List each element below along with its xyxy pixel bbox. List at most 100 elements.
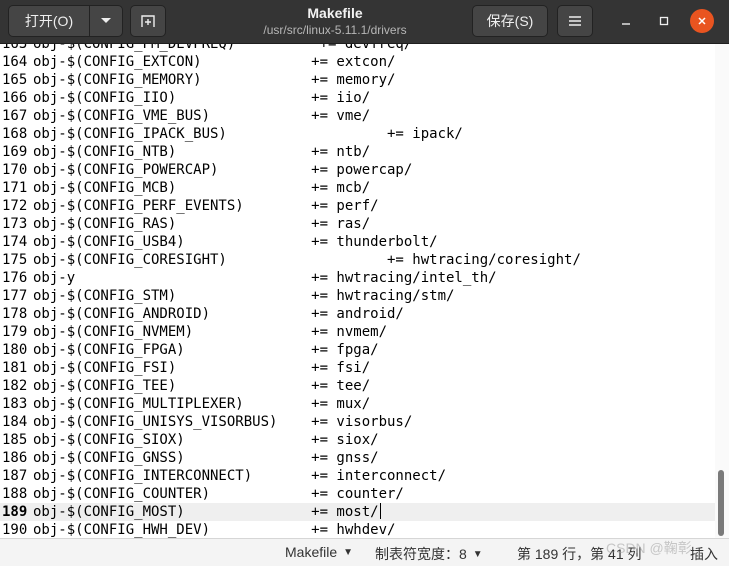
code-line[interactable]: 163 obj-$(CONFIG_PM_DEVFREQ) += devfreq/ [0, 44, 715, 53]
line-number: 186 [2, 450, 28, 466]
line-text: obj-$(CONFIG_HWH_DEV) += hwhdev/ [33, 522, 396, 538]
new-tab-button[interactable] [130, 5, 166, 37]
code-line[interactable]: 185 obj-$(CONFIG_SIOX) += siox/ [0, 431, 715, 449]
code-line[interactable]: 186 obj-$(CONFIG_GNSS) += gnss/ [0, 449, 715, 467]
line-number: 168 [2, 126, 28, 142]
code-line[interactable]: 171 obj-$(CONFIG_MCB) += mcb/ [0, 179, 715, 197]
line-number: 171 [2, 180, 28, 196]
scrollbar[interactable] [715, 44, 729, 538]
line-text: obj-$(CONFIG_MOST) += most/ [33, 504, 379, 520]
hamburger-menu-icon [569, 16, 581, 26]
dropdown-arrow-icon: ▼ [472, 548, 483, 560]
header-bar: 打开(O) Makefile /usr/src/linux-5.11.1/dri… [0, 0, 729, 44]
line-text: obj-$(CONFIG_USB4) += thunderbolt/ [33, 234, 438, 250]
code-line[interactable]: 184 obj-$(CONFIG_UNISYS_VISORBUS) += viso… [0, 413, 715, 431]
line-number: 166 [2, 90, 28, 106]
open-menu-button[interactable] [89, 5, 123, 37]
line-number: 183 [2, 396, 28, 412]
line-text: obj-$(CONFIG_COUNTER) += counter/ [33, 486, 404, 502]
line-number: 169 [2, 144, 28, 160]
code-line[interactable]: 172 obj-$(CONFIG_PERF_EVENTS) += perf/ [0, 197, 715, 215]
line-number: 174 [2, 234, 28, 250]
line-number: 165 [2, 72, 28, 88]
code-line[interactable]: 181 obj-$(CONFIG_FSI) += fsi/ [0, 359, 715, 377]
line-text: obj-$(CONFIG_FPGA) += fpga/ [33, 342, 379, 358]
text-editor[interactable]: 163 obj-$(CONFIG_PM_DEVFREQ) += devfreq/1… [0, 44, 715, 538]
line-number: 190 [2, 522, 28, 538]
scrollbar-thumb[interactable] [718, 470, 724, 536]
code-line[interactable]: 168 obj-$(CONFIG_IPACK_BUS) += ipack/ [0, 125, 715, 143]
line-text: obj-$(CONFIG_INTERCONNECT) += interconne… [33, 468, 447, 484]
line-number: 180 [2, 342, 28, 358]
code-line[interactable]: 166 obj-$(CONFIG_IIO) += iio/ [0, 89, 715, 107]
line-text: obj-$(CONFIG_PM_DEVFREQ) += devfreq/ [33, 44, 413, 52]
menu-button[interactable] [557, 5, 593, 37]
dropdown-arrow-icon: ▼ [343, 546, 354, 558]
language-selector[interactable]: Makefile ▼ [285, 544, 353, 560]
line-number: 177 [2, 288, 28, 304]
open-button-label: 打开(O) [24, 13, 74, 29]
line-text: obj-$(CONFIG_GNSS) += gnss/ [33, 450, 379, 466]
save-button-label: 保存(S) [486, 13, 534, 29]
code-line[interactable]: 180 obj-$(CONFIG_FPGA) += fpga/ [0, 341, 715, 359]
line-number: 187 [2, 468, 28, 484]
tab-width-selector[interactable]: 制表符宽度：8 ▼ [375, 544, 483, 564]
line-number: 176 [2, 270, 28, 286]
insert-mode[interactable]: 插入 [690, 544, 718, 564]
line-text: obj-$(CONFIG_ANDROID) += android/ [33, 306, 404, 322]
save-button[interactable]: 保存(S) [472, 5, 548, 37]
line-number: 173 [2, 216, 28, 232]
code-line[interactable]: 178 obj-$(CONFIG_ANDROID) += android/ [0, 305, 715, 323]
chevron-down-icon [101, 18, 111, 23]
line-number: 185 [2, 432, 28, 448]
code-line[interactable]: 188 obj-$(CONFIG_COUNTER) += counter/ [0, 485, 715, 503]
close-icon [698, 17, 706, 25]
new-tab-icon [141, 15, 155, 27]
code-line[interactable]: 173 obj-$(CONFIG_RAS) += ras/ [0, 215, 715, 233]
line-number: 181 [2, 360, 28, 376]
line-number: 189 [2, 504, 28, 520]
code-line[interactable]: 177 obj-$(CONFIG_STM) += hwtracing/stm/ [0, 287, 715, 305]
code-line[interactable]: 176 obj-y += hwtracing/intel_th/ [0, 269, 715, 287]
line-number: 175 [2, 252, 28, 268]
line-text: obj-$(CONFIG_IPACK_BUS) += ipack/ [33, 126, 463, 142]
line-text: obj-$(CONFIG_PERF_EVENTS) += perf/ [33, 198, 379, 214]
code-line[interactable]: 189 obj-$(CONFIG_MOST) += most/ [0, 503, 715, 521]
code-line[interactable]: 179 obj-$(CONFIG_NVMEM) += nvmem/ [0, 323, 715, 341]
title-block: Makefile /usr/src/linux-5.11.1/drivers [200, 4, 470, 38]
line-number: 167 [2, 108, 28, 124]
line-number: 178 [2, 306, 28, 322]
code-line[interactable]: 174 obj-$(CONFIG_USB4) += thunderbolt/ [0, 233, 715, 251]
line-number: 182 [2, 378, 28, 394]
close-button[interactable] [690, 9, 714, 33]
code-line[interactable]: 183 obj-$(CONFIG_MULTIPLEXER) += mux/ [0, 395, 715, 413]
line-number: 184 [2, 414, 28, 430]
line-text: obj-$(CONFIG_CORESIGHT) += hwtracing/cor… [33, 252, 581, 268]
line-text: obj-$(CONFIG_NVMEM) += nvmem/ [33, 324, 388, 340]
code-line[interactable]: 169 obj-$(CONFIG_NTB) += ntb/ [0, 143, 715, 161]
maximize-button[interactable] [652, 9, 676, 33]
line-text: obj-$(CONFIG_FSI) += fsi/ [33, 360, 371, 376]
line-text: obj-$(CONFIG_IIO) += iio/ [33, 90, 371, 106]
code-line[interactable]: 165 obj-$(CONFIG_MEMORY) += memory/ [0, 71, 715, 89]
window-title: Makefile [307, 5, 363, 21]
code-line[interactable]: 190 obj-$(CONFIG_HWH_DEV) += hwhdev/ [0, 521, 715, 538]
line-number: 179 [2, 324, 28, 340]
line-number: 170 [2, 162, 28, 178]
code-line[interactable]: 175 obj-$(CONFIG_CORESIGHT) += hwtracing/… [0, 251, 715, 269]
line-text: obj-$(CONFIG_UNISYS_VISORBUS) += visorbu… [33, 414, 413, 430]
language-label: Makefile [285, 544, 338, 560]
maximize-icon [659, 16, 669, 26]
open-button[interactable]: 打开(O) [8, 5, 90, 37]
code-line[interactable]: 182 obj-$(CONFIG_TEE) += tee/ [0, 377, 715, 395]
code-line[interactable]: 164 obj-$(CONFIG_EXTCON) += extcon/ [0, 53, 715, 71]
line-text: obj-y += hwtracing/intel_th/ [33, 270, 497, 286]
line-number: 172 [2, 198, 28, 214]
code-line[interactable]: 167 obj-$(CONFIG_VME_BUS) += vme/ [0, 107, 715, 125]
minimize-button[interactable] [614, 9, 638, 33]
code-line[interactable]: 187 obj-$(CONFIG_INTERCONNECT) += interco… [0, 467, 715, 485]
code-line[interactable]: 170 obj-$(CONFIG_POWERCAP) += powercap/ [0, 161, 715, 179]
line-text: obj-$(CONFIG_POWERCAP) += powercap/ [33, 162, 413, 178]
minimize-icon [622, 23, 630, 25]
line-number: 164 [2, 54, 28, 70]
